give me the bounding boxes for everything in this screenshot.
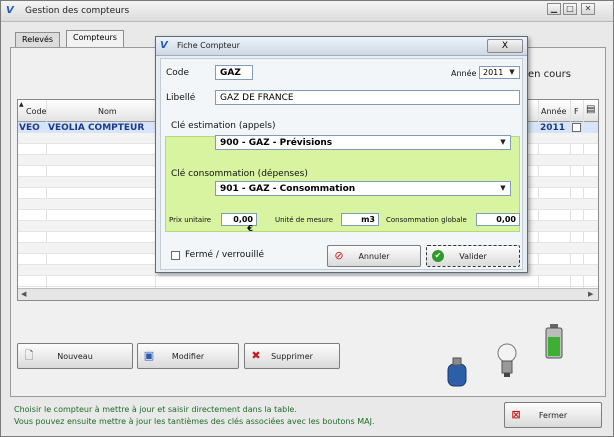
libelle-label: Libellé xyxy=(166,93,196,103)
app-logo-icon: V xyxy=(160,40,168,51)
valider-button[interactable]: ✔ Valider xyxy=(426,245,520,267)
annee-select[interactable]: 2011 ▼ xyxy=(479,66,520,79)
app-logo-icon: V xyxy=(6,5,14,16)
cle-estimation-label: Clé estimation (appels) xyxy=(171,121,276,131)
prix-unitaire-label: Prix unitaire xyxy=(169,216,212,224)
cle-estimation-select[interactable]: 900 - GAZ - Prévisions ▼ xyxy=(215,135,511,150)
close-window-button[interactable]: ✕ xyxy=(581,3,595,15)
chevron-down-icon: ▼ xyxy=(500,138,506,146)
minimize-button[interactable]: ▁ xyxy=(547,3,561,15)
window-title: Gestion des compteurs xyxy=(25,6,130,16)
consommation-globale-field[interactable]: 0,00 xyxy=(476,213,520,226)
nouveau-button[interactable]: 🗋 Nouveau xyxy=(17,343,133,369)
gas-bottle-icon xyxy=(447,357,467,387)
column-header-annee[interactable]: Année xyxy=(541,107,566,116)
annuler-button[interactable]: ⊘ Annuler xyxy=(327,245,421,267)
battery-icon xyxy=(545,324,563,359)
column-chooser-icon[interactable]: ▤ xyxy=(586,104,595,115)
code-label: Code xyxy=(166,68,190,78)
sort-indicator-icon: ▲ xyxy=(19,101,24,108)
cle-consommation-label: Clé consommation (dépenses) xyxy=(171,169,308,179)
fiche-compteur-dialog: V Fiche Compteur X Code GAZ Année 2011 ▼… xyxy=(155,36,528,273)
prix-unitaire-field[interactable]: 0,00 € xyxy=(221,213,257,233)
ferme-checkbox[interactable] xyxy=(171,251,180,260)
window-titlebar: V Gestion des compteurs ▁ □ ✕ xyxy=(1,1,613,22)
status-text: en cours xyxy=(528,69,571,80)
column-header-nom[interactable]: Nom xyxy=(98,107,117,116)
ferme-label: Fermé / verrouillé xyxy=(185,250,264,260)
horizontal-scrollbar[interactable]: ◀ ▶ xyxy=(18,288,598,300)
dialog-title: Fiche Compteur xyxy=(177,41,240,50)
libelle-field[interactable]: GAZ DE FRANCE xyxy=(215,90,520,105)
cell-annee: 2011 xyxy=(540,123,566,133)
cell-nom: VEOLIA COMPTEUR xyxy=(48,123,145,133)
tab-releves[interactable]: Relevés xyxy=(15,32,61,47)
unite-mesure-label: Unité de mesure xyxy=(275,216,333,224)
cell-f-checkbox[interactable] xyxy=(572,123,581,132)
scroll-right-icon[interactable]: ▶ xyxy=(588,290,593,298)
chevron-down-icon: ▼ xyxy=(509,68,515,76)
table-row[interactable] xyxy=(18,276,598,287)
dialog-titlebar: V Fiche Compteur X xyxy=(156,37,527,56)
consommation-globale-label: Consommation globale xyxy=(386,216,467,224)
dialog-close-button[interactable]: X xyxy=(487,39,523,53)
dialog-body: Code GAZ Année 2011 ▼ Libellé GAZ DE FRA… xyxy=(160,58,523,270)
chevron-down-icon: ▼ xyxy=(500,184,506,192)
supprimer-button[interactable]: ✖ Supprimer xyxy=(244,343,340,369)
code-field[interactable]: GAZ xyxy=(215,65,253,80)
annee-label: Année xyxy=(451,69,477,78)
column-header-f[interactable]: F xyxy=(574,107,579,116)
footer-help-line-1: Choisir le compteur à mettre à jour et s… xyxy=(14,405,297,414)
column-header-code[interactable]: Code xyxy=(26,107,46,116)
tab-compteurs[interactable]: Compteurs xyxy=(66,30,124,47)
scroll-left-icon[interactable]: ◀ xyxy=(21,290,26,298)
light-bulb-icon xyxy=(497,343,517,377)
fermer-button[interactable]: ⊠ Fermer xyxy=(504,402,602,428)
cle-consommation-select[interactable]: 901 - GAZ - Consommation ▼ xyxy=(215,181,511,196)
unite-mesure-field[interactable]: m3 xyxy=(341,213,379,226)
modifier-button[interactable]: ▣ Modifier xyxy=(137,343,239,369)
footer-help-line-2: Vous pouvez ensuite mettre à jour les ta… xyxy=(14,417,375,426)
maximize-button[interactable]: □ xyxy=(563,3,577,15)
cell-code: VEO xyxy=(19,123,40,133)
